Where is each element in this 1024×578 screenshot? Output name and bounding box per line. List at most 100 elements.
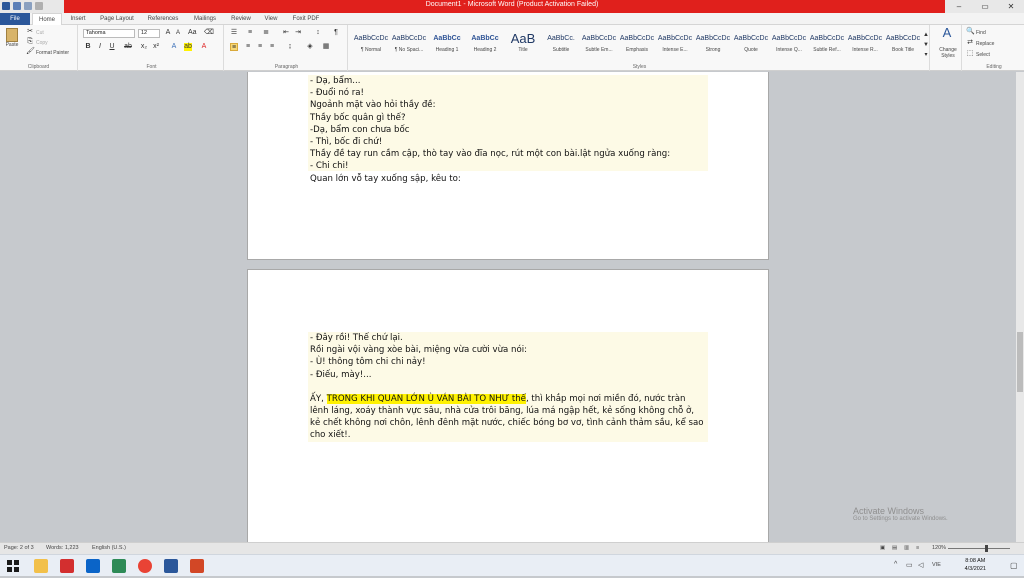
- cut-icon[interactable]: ✂: [26, 28, 34, 36]
- tray-chevron-icon[interactable]: ^: [894, 561, 897, 568]
- text-line[interactable]: - Dạ, bẩm...: [310, 75, 706, 87]
- tab-review[interactable]: Review: [226, 13, 256, 25]
- style-card[interactable]: AaBbCcDc Emphasis: [618, 31, 656, 61]
- scrollbar-thumb[interactable]: [1017, 332, 1023, 392]
- highlight-color-icon[interactable]: ab: [184, 43, 192, 51]
- text-line[interactable]: Thầy đề tay run cầm cập, thò tay vào đĩa…: [310, 148, 706, 160]
- decrease-indent-icon[interactable]: ⇤: [282, 29, 290, 37]
- highlighted-paragraph[interactable]: ẤY, TRONG KHI QUAN LỚN Ù VÁN BÀI TO NHƯ …: [310, 393, 706, 442]
- align-left-icon[interactable]: ≡: [230, 43, 238, 51]
- tab-view[interactable]: View: [258, 13, 284, 25]
- word-count[interactable]: Words: 1,223: [46, 543, 79, 554]
- tab-home[interactable]: Home: [32, 13, 62, 25]
- style-card[interactable]: AaBbCcDc ¶ Normal: [352, 31, 390, 61]
- style-card[interactable]: AaBbCcDc Subtle Ref...: [808, 31, 846, 61]
- document-area[interactable]: - Dạ, bẩm... - Đuổi nó ra! Ngoảnh mặt vào …: [0, 72, 1016, 542]
- tab-mailings[interactable]: Mailings: [188, 13, 222, 25]
- copy-icon[interactable]: ⎘: [26, 38, 34, 46]
- maximize-icon[interactable]: ▭: [972, 0, 998, 13]
- text-line[interactable]: - Ù! thông tôm chi chi nảy!: [310, 356, 706, 368]
- strikethrough-icon[interactable]: ab: [124, 43, 132, 51]
- sort-icon[interactable]: ↕: [314, 29, 322, 37]
- style-card[interactable]: AaBbCcDc Book Title: [884, 31, 922, 61]
- chrome-icon[interactable]: [138, 559, 152, 573]
- text-line[interactable]: -Dạ, bẩm con chưa bốc: [310, 124, 706, 136]
- tab-references[interactable]: References: [142, 13, 184, 25]
- styles-scroll-up-icon[interactable]: ▲: [922, 31, 930, 39]
- page-1-text[interactable]: - Dạ, bẩm... - Đuổi nó ra! Ngoảnh mặt vào …: [308, 75, 708, 184]
- replace-icon[interactable]: ⇄: [966, 39, 974, 47]
- page-count[interactable]: Page: 2 of 3: [4, 543, 34, 554]
- shading-icon[interactable]: ◈: [306, 43, 314, 51]
- copy-button[interactable]: Copy: [36, 40, 48, 46]
- tab-insert[interactable]: Insert: [64, 13, 92, 25]
- windows-start-icon[interactable]: [6, 559, 20, 573]
- increase-indent-icon[interactable]: ⇥: [294, 29, 302, 37]
- style-card[interactable]: AaBbCc Heading 2: [466, 31, 504, 61]
- text-line[interactable]: Ngoảnh mặt vào hỏi thầy đề:: [310, 99, 706, 111]
- draft-icon[interactable]: ≡: [916, 543, 919, 554]
- superscript-icon[interactable]: x²: [152, 43, 160, 51]
- zoom-slider[interactable]: [948, 548, 1010, 549]
- text-line[interactable]: Quan lớn vỗ tay xuống sập, kêu to:: [310, 173, 706, 185]
- italic-icon[interactable]: I: [96, 43, 104, 51]
- find-button[interactable]: Find: [976, 30, 986, 36]
- styles-more-icon[interactable]: ▾: [922, 51, 930, 59]
- style-card[interactable]: AaBbCcDc Intense Q...: [770, 31, 808, 61]
- line-spacing-icon[interactable]: ↨: [286, 43, 294, 51]
- minimize-icon[interactable]: –: [946, 0, 972, 13]
- styles-scroll-down-icon[interactable]: ▼: [922, 41, 930, 49]
- style-card[interactable]: AaBbCc. Subtitle: [542, 31, 580, 61]
- select-icon[interactable]: ⬚: [966, 50, 974, 58]
- tab-page-layout[interactable]: Page Layout: [96, 13, 138, 25]
- text-line[interactable]: Rồi ngài vội vàng xòe bài, miệng vừa cườ…: [310, 344, 706, 356]
- change-styles-icon[interactable]: A: [940, 26, 954, 43]
- word-icon[interactable]: [164, 559, 178, 573]
- close-icon[interactable]: ✕: [998, 0, 1024, 13]
- vertical-scrollbar[interactable]: [1016, 72, 1024, 542]
- borders-icon[interactable]: ▦: [322, 43, 330, 51]
- justify-icon[interactable]: ≡: [268, 43, 276, 51]
- align-right-icon[interactable]: ≡: [256, 43, 264, 51]
- network-icon[interactable]: ▭: [906, 561, 913, 569]
- cut-button[interactable]: Cut: [36, 30, 44, 36]
- tab-file[interactable]: File: [0, 13, 30, 25]
- notifications-icon[interactable]: ▢: [1010, 561, 1018, 570]
- find-icon[interactable]: 🔍: [966, 28, 975, 36]
- underline-icon[interactable]: U: [108, 43, 116, 51]
- shrink-font-icon[interactable]: A: [174, 29, 182, 37]
- style-card[interactable]: AaBbCcDc Quote: [732, 31, 770, 61]
- text-line[interactable]: - Thì, bốc đi chứ!: [310, 136, 706, 148]
- volume-icon[interactable]: ◁: [918, 561, 923, 569]
- system-clock[interactable]: 8:08 AM 4/3/2021: [965, 557, 986, 573]
- tab-foxit-pdf[interactable]: Foxit PDF: [288, 13, 324, 25]
- web-layout-icon[interactable]: ▥: [904, 543, 909, 554]
- format-painter-button[interactable]: Format Painter: [36, 50, 69, 56]
- grow-font-icon[interactable]: A: [164, 29, 172, 37]
- photos-icon[interactable]: [112, 559, 126, 573]
- font-size-select[interactable]: 12: [138, 29, 160, 38]
- full-screen-icon[interactable]: ▤: [892, 543, 897, 554]
- multilevel-list-icon[interactable]: ≣: [262, 29, 270, 37]
- print-layout-icon[interactable]: ▣: [880, 543, 885, 554]
- style-card[interactable]: AaBbCcDc Intense E...: [656, 31, 694, 61]
- font-color-icon[interactable]: A: [200, 43, 208, 51]
- change-styles-button[interactable]: Change Styles: [935, 47, 961, 59]
- document-page-1[interactable]: - Dạ, bẩm... - Đuổi nó ra! Ngoảnh mặt vào …: [247, 72, 769, 260]
- style-card[interactable]: AaBbCc Heading 1: [428, 31, 466, 61]
- change-case-icon[interactable]: Aa: [188, 29, 197, 37]
- align-center-icon[interactable]: ≡: [244, 43, 252, 51]
- format-painter-icon[interactable]: 🖌: [26, 48, 35, 56]
- text-line[interactable]: - Đây rồi! Thế chứ lại.: [310, 332, 706, 344]
- pdf-reader-icon[interactable]: [60, 559, 74, 573]
- page-2-text[interactable]: - Đây rồi! Thế chứ lại. Rồi ngài vội vàng…: [308, 332, 708, 442]
- text-line[interactable]: - Điếu, mày!...: [310, 369, 706, 381]
- style-card[interactable]: AaBbCcDc Strong: [694, 31, 732, 61]
- zoom-slider-knob[interactable]: [985, 545, 988, 552]
- file-explorer-icon[interactable]: [34, 559, 48, 573]
- language-status[interactable]: English (U.S.): [92, 543, 126, 554]
- style-card[interactable]: AaBbCcDc ¶ No Spaci...: [390, 31, 428, 61]
- document-page-2[interactable]: - Đây rồi! Thế chứ lại. Rồi ngài vội vàng…: [247, 269, 769, 542]
- text-effects-icon[interactable]: A: [170, 43, 178, 51]
- bullets-icon[interactable]: ☰: [230, 29, 238, 37]
